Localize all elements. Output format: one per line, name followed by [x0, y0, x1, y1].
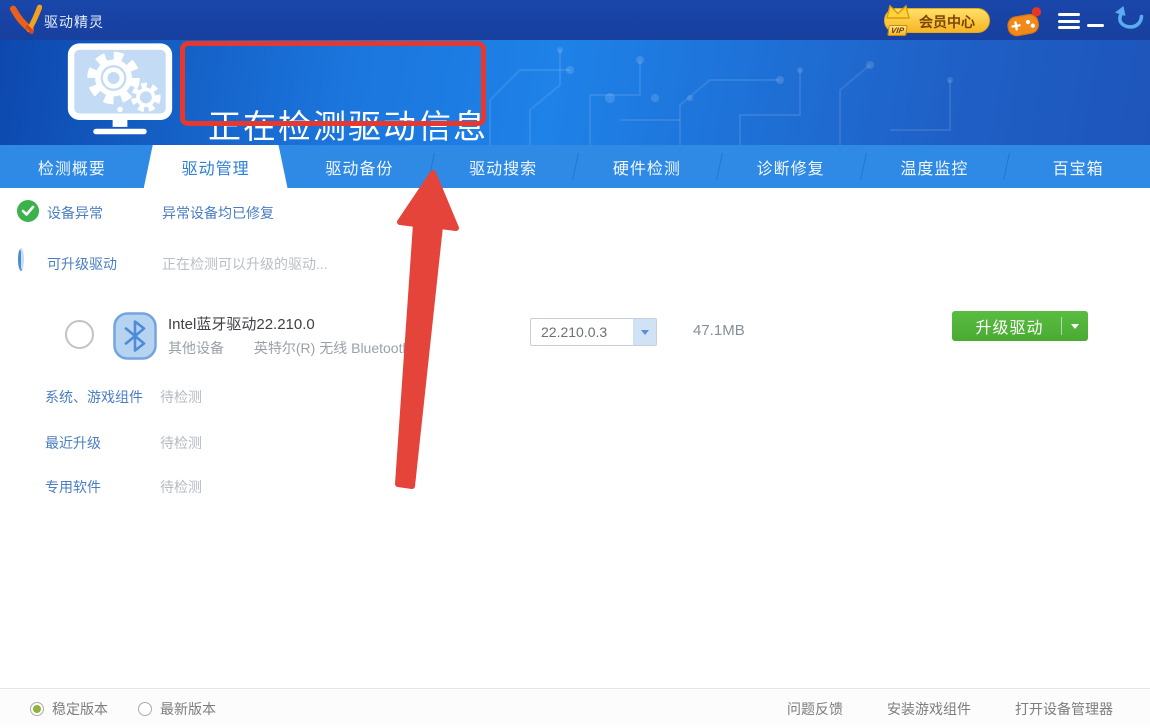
version-radio-group: 稳定版本 最新版本 [30, 689, 216, 728]
category-label: 系统、游戏组件 [45, 387, 143, 407]
category-label: 最近升级 [45, 433, 101, 453]
driver-description: 其他设备 英特尔(R) 无线 Bluetooth(R) [168, 338, 430, 358]
main-content: 设备异常 异常设备均已修复 可升级驱动 正在检测可以升级的驱动... Intel… [0, 188, 1150, 688]
status-value: 正在检测可以升级的驱动... [162, 254, 328, 274]
category-row-dedicated-software: 专用软件 待检测 [0, 477, 1150, 497]
tab-driver-search[interactable]: 驱动搜索 [431, 145, 575, 188]
category-status: 待检测 [160, 387, 202, 407]
category-status: 待检测 [160, 433, 202, 453]
radio-selected-icon[interactable] [30, 702, 44, 716]
minimize-icon[interactable] [1087, 24, 1104, 27]
tab-hardware-detection[interactable]: 硬件检测 [575, 145, 719, 188]
version-dropdown[interactable]: 22.210.0.3 [530, 318, 657, 346]
bluetooth-icon [113, 312, 157, 360]
link-install-game-components[interactable]: 安装游戏组件 [887, 699, 971, 719]
loading-spinner-icon [17, 251, 39, 273]
driver-category: 其他设备 [168, 340, 224, 356]
status-label: 设备异常 [47, 203, 103, 223]
link-open-device-manager[interactable]: 打开设备管理器 [1015, 699, 1113, 719]
tab-diagnosis-repair[interactable]: 诊断修复 [719, 145, 863, 188]
tab-temperature-monitor[interactable]: 温度监控 [863, 145, 1007, 188]
member-center-button[interactable]: VIP 会员中心 [884, 8, 990, 33]
dropdown-arrow-icon[interactable] [633, 319, 656, 345]
status-value: 异常设备均已修复 [162, 203, 274, 223]
tab-driver-backup[interactable]: 驱动备份 [288, 145, 432, 188]
radio-unselected-icon[interactable] [138, 702, 152, 716]
footer-bar: 稳定版本 最新版本 问题反馈 安装游戏组件 打开设备管理器 [0, 688, 1150, 727]
vip-label: VIP [887, 25, 907, 36]
upgrade-options-caret-icon[interactable] [1062, 324, 1088, 329]
driver-size: 47.1MB [693, 322, 745, 339]
app-logo-icon [10, 4, 42, 36]
upgrade-button-label: 升级驱动 [952, 314, 1061, 338]
driver-select-checkbox[interactable] [65, 320, 94, 349]
category-label: 专用软件 [45, 477, 101, 497]
header-banner: 正在检测驱动信息 [0, 40, 1150, 145]
tab-toolbox[interactable]: 百宝箱 [1006, 145, 1150, 188]
gamepad-icon[interactable] [1003, 6, 1045, 38]
version-value: 22.210.0.3 [531, 319, 633, 345]
check-circle-icon [17, 200, 39, 222]
hamburger-menu-icon[interactable] [1058, 13, 1080, 33]
circuit-pattern [450, 40, 1150, 145]
category-row-recent-upgrade: 最近升级 待检测 [0, 433, 1150, 453]
tab-detection-summary[interactable]: 检测概要 [0, 145, 144, 188]
tab-driver-management[interactable]: 驱动管理 [144, 145, 288, 188]
status-row-upgradable-drivers: 可升级驱动 正在检测可以升级的驱动... [0, 251, 1150, 275]
driver-name: Intel蓝牙驱动22.210.0 [168, 313, 315, 334]
status-row-device-exception: 设备异常 异常设备均已修复 [0, 200, 1150, 224]
page-title: 正在检测驱动信息 [208, 100, 488, 148]
monitor-gears-icon [60, 40, 180, 140]
radio-latest-version[interactable]: 最新版本 [138, 699, 216, 719]
tabbar: 检测概要 驱动管理 驱动备份 驱动搜索 硬件检测 诊断修复 温度监控 百宝箱 [0, 145, 1150, 188]
titlebar: 驱动精灵 VIP 会员中心 [0, 0, 1150, 40]
radio-stable-version[interactable]: 稳定版本 [30, 699, 108, 719]
footer-links: 问题反馈 安装游戏组件 打开设备管理器 [787, 689, 1113, 728]
member-center-label: 会员中心 [919, 14, 975, 30]
upgrade-driver-button[interactable]: 升级驱动 [952, 311, 1088, 341]
category-status: 待检测 [160, 477, 202, 497]
status-label: 可升级驱动 [47, 254, 117, 274]
driver-detail: 英特尔(R) 无线 Bluetooth(R) [254, 340, 430, 356]
app-window: 驱动精灵 VIP 会员中心 [0, 0, 1150, 727]
undo-arrow-icon[interactable] [1114, 5, 1146, 33]
link-feedback[interactable]: 问题反馈 [787, 699, 843, 719]
category-row-system-game: 系统、游戏组件 待检测 [0, 387, 1150, 407]
app-name: 驱动精灵 [44, 12, 104, 32]
